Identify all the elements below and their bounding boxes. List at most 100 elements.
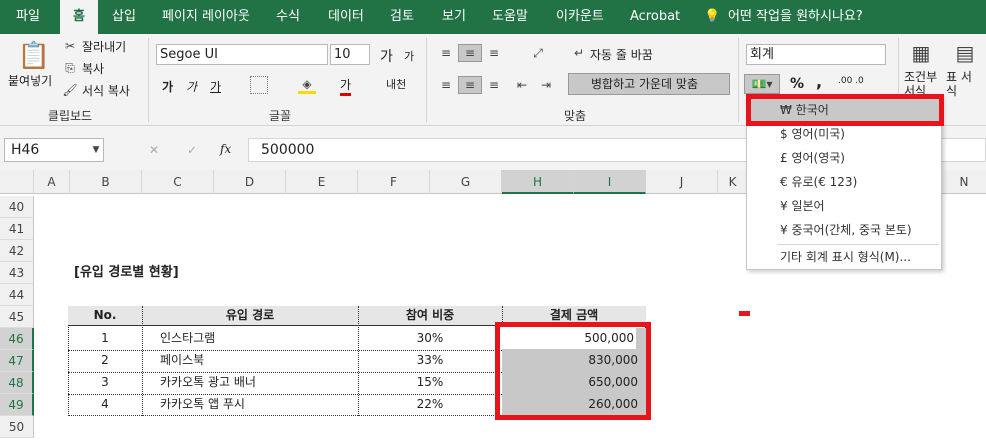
font-size-combo[interactable]: 10 — [330, 44, 370, 65]
column-header[interactable]: G — [430, 170, 502, 194]
table-header: 참여 비중 — [405, 308, 455, 322]
align-center-icon[interactable]: ≡ — [458, 76, 482, 94]
row-header[interactable]: 45 — [0, 306, 34, 328]
align-left-icon[interactable]: ≡ — [436, 76, 456, 94]
align-bottom-icon[interactable]: ≡ — [484, 44, 504, 62]
tab-help[interactable]: 도움말 — [492, 0, 528, 34]
name-box[interactable]: H46 — [4, 138, 104, 162]
tab-insert[interactable]: 삽입 — [112, 0, 136, 34]
format-painter-button[interactable]: 서식 복사 — [82, 82, 130, 99]
number-format-combo[interactable]: 회계 — [746, 44, 886, 65]
increase-indent-icon[interactable]: ⇥ — [536, 76, 556, 94]
table-cell-channel[interactable]: 페이스북 — [160, 349, 204, 371]
currency-item-japanese[interactable]: ¥ 일본어 — [748, 194, 940, 218]
row-header[interactable]: 44 — [0, 284, 34, 306]
tab-home[interactable]: 홈 — [60, 0, 98, 34]
column-header[interactable]: A — [34, 170, 70, 194]
font-color-button[interactable]: 가 — [340, 76, 352, 96]
paste-icon[interactable]: 📋 — [18, 40, 50, 72]
comma-style-button[interactable]: , — [816, 72, 822, 91]
chevron-down-icon[interactable]: ▼ — [90, 142, 102, 158]
decimal-buttons[interactable]: .00 .0 — [838, 76, 864, 86]
row-header[interactable]: 42 — [0, 240, 34, 262]
align-middle-icon[interactable]: ≡ — [458, 44, 482, 62]
merge-center-button[interactable]: 병합하고 가운데 맞춤 — [568, 73, 730, 95]
more-accounting-formats[interactable]: 기타 회계 표시 형식(M)... — [748, 245, 940, 269]
table-cell-no[interactable]: 4 — [68, 393, 142, 415]
table-cell-no[interactable]: 1 — [68, 327, 142, 349]
cut-button[interactable]: 잘라내기 — [82, 38, 126, 55]
column-header[interactable]: F — [358, 170, 430, 194]
accounting-format-icon[interactable]: 💵▾ — [744, 74, 780, 94]
scissors-icon: ✂ — [64, 39, 76, 53]
wrap-text-icon: ↵ — [573, 46, 585, 60]
font-name-combo[interactable]: Segoe UI — [156, 44, 328, 65]
row-header[interactable]: 47 — [0, 350, 34, 372]
copy-button[interactable]: 복사 — [82, 60, 104, 77]
paste-button[interactable]: 붙여넣기 — [8, 72, 52, 89]
wrap-text-button[interactable]: 자동 줄 바꿈 — [590, 46, 653, 63]
column-header[interactable]: H — [502, 170, 574, 194]
insert-function-button[interactable]: fx — [220, 142, 231, 156]
group-divider — [426, 38, 427, 122]
table-cell-channel[interactable]: 인스타그램 — [160, 327, 215, 349]
underline-button[interactable]: 가 — [210, 78, 221, 95]
table-cell-share[interactable]: 22% — [358, 393, 502, 415]
row-header[interactable]: 48 — [0, 372, 34, 394]
align-top-icon[interactable]: ≡ — [436, 44, 456, 62]
percent-style-button[interactable]: % — [790, 76, 804, 92]
row-header[interactable]: 41 — [0, 218, 34, 240]
italic-button[interactable]: 가 — [186, 78, 197, 95]
column-header[interactable]: I — [574, 170, 646, 194]
table-cell-channel[interactable]: 카카오톡 광고 배너 — [160, 371, 256, 393]
table-cell-no[interactable]: 3 — [68, 371, 142, 393]
bold-button[interactable]: 가 — [162, 78, 173, 95]
table-cell-channel[interactable]: 카카오톡 앱 푸시 — [160, 393, 245, 415]
format-as-table-button[interactable]: 표 서식 — [946, 70, 982, 98]
row-header[interactable]: 50 — [0, 416, 34, 438]
table-cell-share[interactable]: 33% — [358, 349, 502, 371]
shrink-font-button[interactable]: 가 — [404, 48, 414, 64]
table-cell-no[interactable]: 2 — [68, 349, 142, 371]
column-header[interactable]: K — [718, 170, 748, 194]
phonetic-button[interactable]: 내천 — [386, 76, 406, 92]
cancel-icon[interactable]: ✕ — [146, 142, 162, 158]
tab-data[interactable]: 데이터 — [328, 0, 364, 34]
group-divider — [148, 38, 149, 122]
column-header[interactable]: J — [646, 170, 718, 194]
decrease-indent-icon[interactable]: ⇤ — [512, 76, 532, 94]
tab-ecount[interactable]: 이카운트 — [556, 0, 604, 34]
amount-highlight-box — [495, 322, 651, 420]
tab-formulas[interactable]: 수식 — [276, 0, 300, 34]
table-cell-share[interactable]: 30% — [358, 327, 502, 349]
table-cell-share[interactable]: 15% — [358, 371, 502, 393]
table-header: No. — [93, 308, 117, 322]
row-header[interactable]: 40 — [0, 196, 34, 218]
tab-page-layout[interactable]: 페이지 레이아웃 — [162, 0, 250, 34]
row-header[interactable]: 49 — [0, 394, 34, 416]
currency-item-euro[interactable]: € 유로(€ 123) — [748, 170, 940, 194]
column-header[interactable]: N — [942, 170, 986, 194]
tab-view[interactable]: 보기 — [442, 0, 466, 34]
grow-font-button[interactable]: 가 — [380, 46, 393, 66]
column-header[interactable]: E — [286, 170, 358, 194]
borders-icon[interactable] — [250, 76, 268, 94]
enter-icon[interactable]: ✓ — [184, 142, 200, 158]
column-header[interactable]: B — [70, 170, 142, 194]
column-header[interactable]: D — [214, 170, 286, 194]
align-right-icon[interactable]: ≡ — [484, 76, 504, 94]
fill-color-icon[interactable]: ◈ — [298, 76, 316, 94]
currency-item-uk-english[interactable]: £ 영어(영국) — [748, 146, 940, 170]
orientation-icon[interactable]: ⤢ — [528, 44, 548, 62]
row-header[interactable]: 43 — [0, 262, 34, 284]
select-all-corner[interactable] — [0, 170, 34, 194]
tab-review[interactable]: 검토 — [390, 0, 414, 34]
tab-file[interactable]: 파일 — [16, 0, 40, 34]
tab-acrobat[interactable]: Acrobat — [630, 0, 680, 34]
currency-item-chinese[interactable]: ¥ 중국어(간체, 중국 본토) — [748, 218, 940, 242]
korean-highlight-box — [746, 94, 944, 126]
row-header[interactable]: 46 — [0, 328, 34, 350]
group-divider — [738, 38, 739, 122]
column-header[interactable]: C — [142, 170, 214, 194]
tell-me-search[interactable]: 어떤 작업을 원하시나요? — [728, 0, 863, 34]
